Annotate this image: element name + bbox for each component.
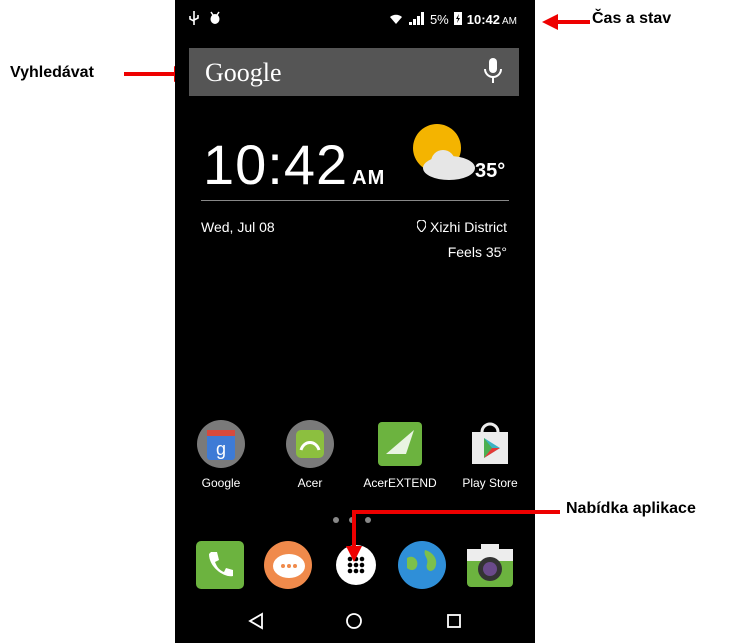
signal-icon bbox=[408, 11, 425, 28]
google-logo: Google bbox=[205, 58, 282, 87]
app-play-store-label: Play Store bbox=[462, 476, 518, 490]
usb-icon bbox=[189, 11, 199, 28]
location-name: Xizhi District bbox=[429, 219, 507, 235]
clock-widget[interactable]: 10:42 AM bbox=[203, 132, 385, 197]
app-acerextend[interactable]: AcerEXTEND bbox=[355, 420, 445, 490]
battery-percent: 5% bbox=[429, 12, 449, 27]
microphone-icon[interactable] bbox=[483, 58, 503, 91]
partly-sunny-icon bbox=[407, 120, 479, 189]
battery-charging-icon bbox=[453, 11, 462, 28]
app-play-store[interactable]: Play Store bbox=[445, 420, 535, 490]
status-time: 10:42 AM bbox=[467, 12, 517, 27]
status-time-value: 10:42 bbox=[466, 12, 500, 27]
android-debug-icon bbox=[209, 11, 221, 28]
acerextend-icon bbox=[376, 420, 424, 468]
play-store-icon bbox=[466, 420, 514, 468]
location-pin-icon bbox=[416, 219, 427, 235]
status-bar: 5% 10:42 AM bbox=[175, 0, 535, 40]
home-app-row: g Google Acer AcerEXTEND Play Store bbox=[175, 420, 535, 490]
clock-divider bbox=[201, 200, 509, 201]
home-icon[interactable] bbox=[345, 612, 363, 635]
annotation-app-menu-arrow bbox=[346, 510, 560, 562]
svg-text:g: g bbox=[216, 439, 226, 459]
app-google-label: Google bbox=[201, 476, 241, 490]
navigation-bar bbox=[175, 600, 535, 643]
status-time-ampm: AM bbox=[502, 16, 517, 27]
back-icon[interactable] bbox=[247, 612, 265, 635]
app-google-folder[interactable]: g Google bbox=[176, 420, 266, 490]
clock-date: Wed, Jul 08 bbox=[201, 219, 275, 235]
clock-ampm: AM bbox=[352, 167, 386, 189]
google-folder-icon: g bbox=[197, 420, 245, 468]
annotation-search-label: Vyhledávat bbox=[10, 64, 94, 81]
google-search-bar[interactable]: Google bbox=[189, 48, 519, 96]
weather-location: Xizhi District bbox=[416, 219, 507, 235]
annotation-status-arrow bbox=[542, 14, 590, 30]
phone-icon[interactable] bbox=[195, 540, 245, 590]
page-dot bbox=[333, 517, 339, 523]
weather-feels: Feels 35° bbox=[447, 244, 507, 260]
wifi-icon bbox=[388, 12, 404, 28]
messaging-icon[interactable] bbox=[263, 540, 313, 590]
app-acer-label: Acer bbox=[297, 476, 323, 490]
app-acerextend-label: AcerEXTEND bbox=[363, 476, 437, 490]
weather-temperature: 35° bbox=[475, 160, 506, 182]
annotation-app-menu-label: Nabídka aplikace bbox=[566, 500, 696, 517]
acer-folder-icon bbox=[286, 420, 334, 468]
recent-apps-icon[interactable] bbox=[445, 612, 463, 635]
app-acer-folder[interactable]: Acer bbox=[265, 420, 355, 490]
clock-time: 10:42 bbox=[203, 133, 349, 196]
annotation-status-label: Čas a stav bbox=[592, 10, 672, 27]
